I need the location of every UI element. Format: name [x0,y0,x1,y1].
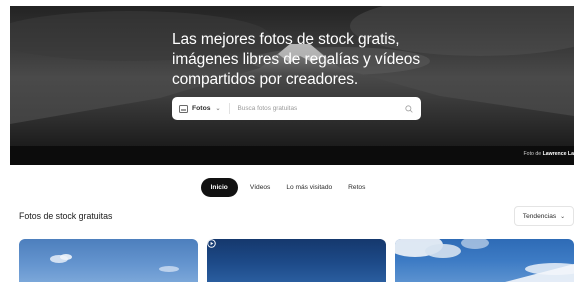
photo-credit: Foto de Lawrence La [524,151,574,157]
hero-headline: Las mejores fotos de stock gratis, imáge… [172,30,432,90]
photo-card[interactable] [395,239,574,282]
tab-most-visited[interactable]: Lo más visitado [278,178,340,197]
search-type-label: Fotos [192,105,211,112]
photo-credit-author-link[interactable]: Lawrence La [543,151,574,157]
photo-credit-prefix: Foto de [523,151,543,157]
chevron-down-icon: ⌄ [215,106,221,112]
photo-thumbnail [50,254,179,272]
category-tabs: Inicio Vídeos Lo más visitado Retos [0,178,574,197]
tab-inicio[interactable]: Inicio [200,178,238,197]
tab-videos[interactable]: Vídeos [242,178,279,197]
search-input[interactable] [237,105,403,112]
search-bar: Fotos ⌄ [172,97,421,120]
tab-challenges[interactable]: Retos [340,178,373,197]
video-card[interactable] [207,239,386,282]
photo-thumbnail [395,239,574,282]
hero-headline-line: Las mejores fotos de stock gratis, [172,31,400,48]
play-circle-icon [207,239,216,248]
search-icon[interactable] [403,103,414,114]
photo-icon [179,104,188,113]
sort-dropdown[interactable]: Tendencias ⌄ [514,206,574,226]
chevron-down-icon: ⌄ [560,213,566,220]
hero-banner: Las mejores fotos de stock gratis, imáge… [10,6,574,165]
hero-headline-line: compartidos por creadores. [172,71,359,88]
search-divider [228,103,230,114]
section-title: Fotos de stock gratuitas [19,211,113,221]
photo-card[interactable] [19,239,198,282]
hero-headline-line: imágenes libres de regalías y vídeos [172,51,420,68]
search-type-dropdown[interactable]: Fotos ⌄ [179,104,221,113]
sort-label: Tendencias [522,212,557,220]
